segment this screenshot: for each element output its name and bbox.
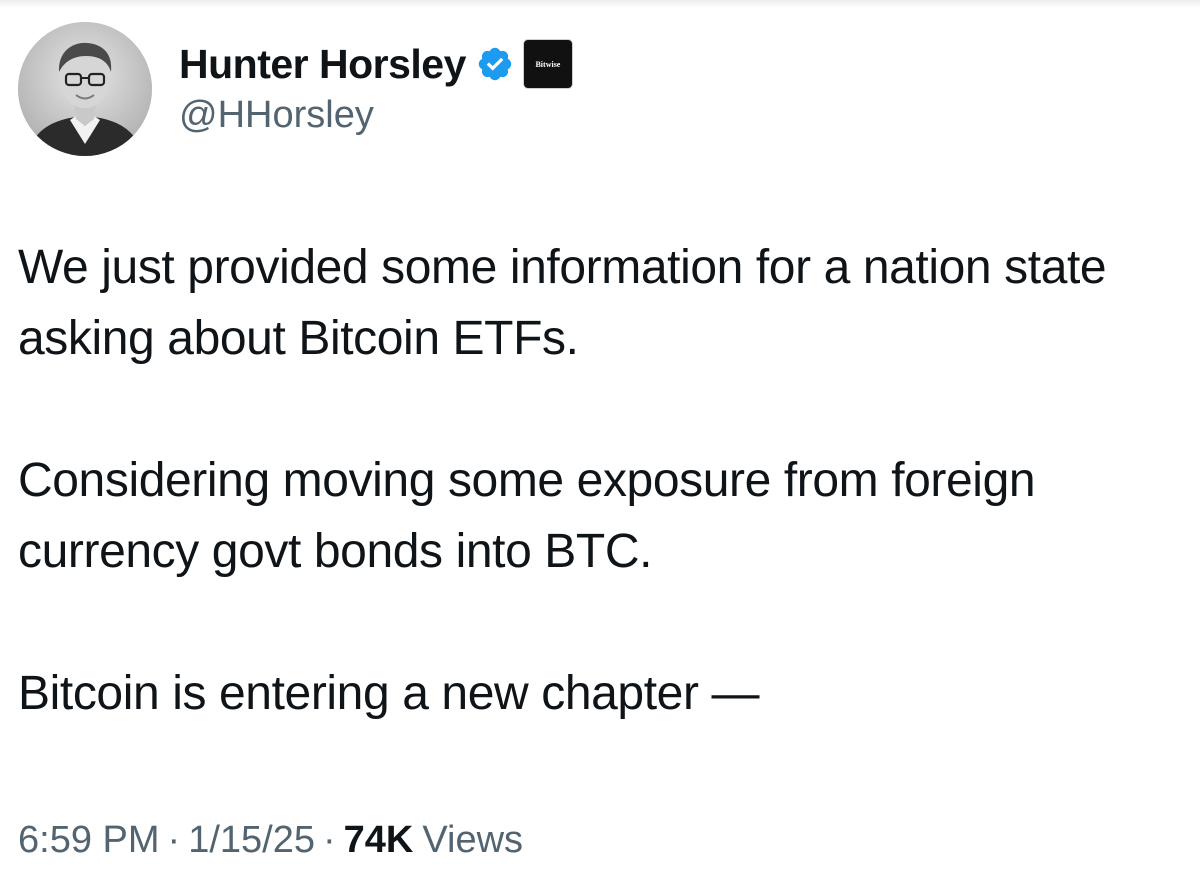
author-avatar[interactable] [18,22,152,156]
tweet-date[interactable]: 1/15/25 [188,819,315,862]
meta-separator: · [322,818,336,861]
tweet-paragraph: We just provided some information for a … [18,241,1120,365]
tweet-header: Hunter Horsley Bitwise @HHorsley [18,22,1178,156]
profile-photo-icon [18,22,152,156]
views-label: Views [422,818,524,861]
tweet-paragraph: Bitcoin is entering a new chapter — [18,667,760,720]
top-edge-shadow [0,0,1200,8]
tweet-time[interactable]: 6:59 PM [18,819,160,862]
author-name-row: Hunter Horsley Bitwise [179,36,572,92]
author-handle[interactable]: @HHorsley [179,94,374,137]
affiliate-badge-label: Bitwise [535,59,561,69]
meta-separator: · [167,818,181,861]
verified-badge-icon [476,45,514,83]
tweet-paragraph: Considering moving some exposure from fo… [18,454,1049,578]
views-count: 74K [343,818,414,861]
tweet-meta: 6:59 PM · 1/15/25 · 74K Views [18,812,523,868]
author-display-name[interactable]: Hunter Horsley [179,41,466,88]
affiliate-badge[interactable]: Bitwise [523,40,572,88]
tweet-text: We just provided some information for a … [18,232,1178,729]
tweet-card: Hunter Horsley Bitwise @HHorsley We just… [0,0,1200,881]
